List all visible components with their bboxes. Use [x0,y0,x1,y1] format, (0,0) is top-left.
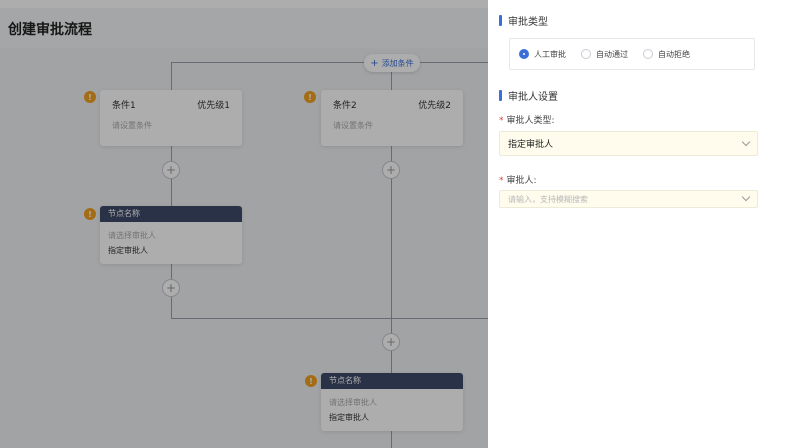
section-title-text: 审批人设置 [508,92,558,103]
section-title-text: 审批类型 [508,17,548,28]
radio-auto-reject[interactable]: 自动拒绝 [643,49,690,60]
approval-type-radio-group: 人工审批 自动通过 自动拒绝 [509,38,755,70]
approver-type-label: * 审批人类型: [499,113,555,126]
node-settings-drawer: 审批类型 人工审批 自动通过 自动拒绝 审批人设置 * 审批人类型: 指定审批人 … [488,0,800,448]
radio-unchecked-icon [581,49,591,59]
approver-search-select[interactable]: 请输入，支持模糊搜索 [499,190,758,208]
select-placeholder: 请输入，支持模糊搜索 [508,194,588,204]
radio-label: 自动拒绝 [658,49,690,59]
chevron-down-icon [741,137,751,146]
required-mark: * [499,116,504,126]
radio-manual-approval[interactable]: 人工审批 [519,49,566,60]
select-value: 指定审批人 [508,140,554,150]
radio-label: 人工审批 [534,49,566,59]
radio-auto-pass[interactable]: 自动通过 [581,49,628,60]
approver-settings-section-title: 审批人设置 [499,88,558,103]
radio-unchecked-icon [643,49,653,59]
approver-type-select[interactable]: 指定审批人 [499,131,758,156]
required-mark: * [499,176,504,186]
radio-checked-icon [519,49,529,59]
radio-label: 自动通过 [596,49,628,59]
section-marker [499,15,502,26]
label-text: 审批人: [506,176,537,186]
section-marker [499,90,502,101]
modal-overlay[interactable] [0,0,488,448]
label-text: 审批人类型: [506,116,555,126]
approver-label: * 审批人: [499,173,537,186]
approval-type-section-title: 审批类型 [499,13,548,28]
chevron-down-icon [741,192,751,202]
